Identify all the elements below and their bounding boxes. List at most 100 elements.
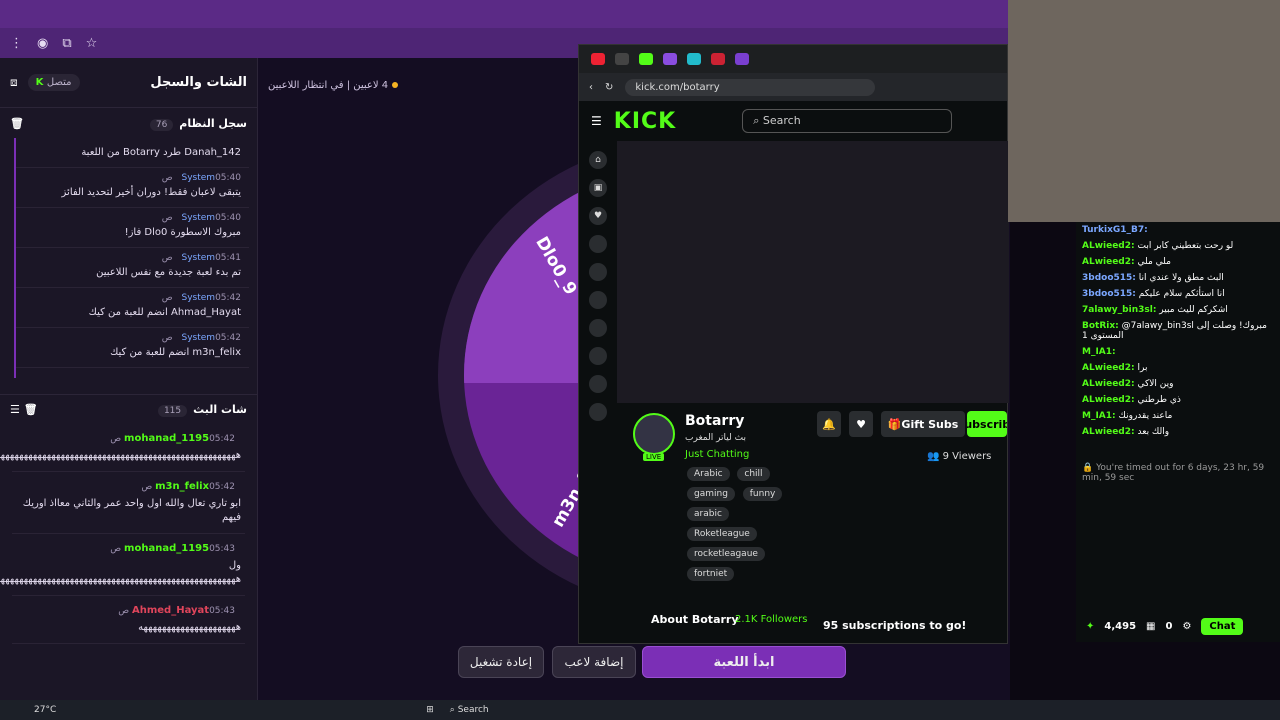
tab-icon[interactable] xyxy=(711,53,725,65)
system-log-header: 🗑 76 سجل النظام xyxy=(10,116,247,131)
search-input[interactable]: ⌕ Search xyxy=(742,109,953,133)
avatar[interactable] xyxy=(589,263,607,281)
heart-icon[interactable]: ♥ xyxy=(849,411,873,437)
timeout-notice: 🔒 You're timed out for 6 days, 23 hr, 59… xyxy=(1082,463,1265,483)
kick-chat: TurkixG1_B7: ALwieed2: لو رحت بتعطيني كا… xyxy=(1076,222,1280,642)
url-field[interactable]: kick.com/botarry xyxy=(625,78,876,96)
video-player[interactable] xyxy=(617,141,1009,403)
viewer-count: 👥 9 Viewers xyxy=(927,451,992,462)
points-icon: ✦ xyxy=(1086,620,1095,632)
points-count: 4,495 xyxy=(1104,620,1137,632)
list-item: mohanad_119505:42 ص ههههههههههههههههههههه… xyxy=(0,424,245,472)
game-status: 4 لاعبين | في انتظار اللاعبين xyxy=(268,80,399,91)
status-dot-icon xyxy=(392,82,399,88)
followers-count: 2.1K Followers xyxy=(735,614,808,625)
kick-window: ‹ ↻ kick.com/botarry ☰ KICK ⌕ Search ⌂ ▣… xyxy=(578,44,1009,644)
home-icon[interactable]: ⌂ xyxy=(589,151,607,169)
viewers-icon: 👥 xyxy=(927,451,943,462)
kick-sidebar: ⌂ ▣ ♥ xyxy=(579,141,617,641)
tab-icon[interactable] xyxy=(687,53,701,65)
star-icon[interactable]: ☆ xyxy=(86,36,98,51)
trash-icon[interactable]: 🗑 xyxy=(24,403,38,416)
lock-icon: 🔒 xyxy=(1082,463,1097,473)
tab-icon[interactable] xyxy=(663,53,677,65)
tag[interactable]: funny xyxy=(742,487,783,501)
avatar[interactable] xyxy=(589,375,607,393)
list-item: m3n_felix05:42 ص ابو تاري تعال والله اول … xyxy=(12,472,245,534)
chat-log-panel: ⧈ K متصل الشات والسجل 🗑 76 سجل النظام Dan… xyxy=(0,58,258,700)
tag[interactable]: Roketleague xyxy=(687,527,757,541)
tag[interactable]: chill xyxy=(737,467,770,481)
tab-icon[interactable] xyxy=(591,53,605,65)
heart-icon[interactable]: ♥ xyxy=(589,207,607,225)
tag[interactable]: rocketleagaue xyxy=(687,547,765,561)
menu-icon[interactable]: ⋮ xyxy=(10,36,23,51)
search-icon: ⌕ xyxy=(449,705,458,715)
ticket-icon: ▦ xyxy=(1146,620,1156,632)
sidebar-toggle-icon[interactable]: ⧈ xyxy=(10,75,18,90)
menu-icon[interactable]: ☰ xyxy=(591,114,602,128)
channel-name[interactable]: Botarry xyxy=(685,413,805,429)
reload-icon[interactable]: ↻ xyxy=(605,82,613,93)
avatar[interactable] xyxy=(589,403,607,421)
address-bar: ‹ ↻ kick.com/botarry xyxy=(579,73,1007,101)
ticket-count: 0 xyxy=(1165,620,1173,632)
tab-icon[interactable] xyxy=(735,53,749,65)
avatar[interactable] xyxy=(589,291,607,309)
browse-icon[interactable]: ▣ xyxy=(589,179,607,197)
add-player-button[interactable]: إضافة لاعب xyxy=(552,646,636,678)
restart-button[interactable]: إعادة تشغيل xyxy=(458,646,544,678)
chat-message: ALwieed2: ملي ملي xyxy=(1082,257,1171,267)
category-link[interactable]: Just Chatting xyxy=(685,449,805,460)
chat-message: BotRix: @7alawy_bin3sl مبروك! وصلت إلى ا… xyxy=(1082,321,1267,341)
list-item: System05:40 ص مبروك الاسطورة Dlo0 فاز! xyxy=(16,208,249,248)
tag[interactable]: arabic xyxy=(687,507,729,521)
avatar[interactable] xyxy=(589,235,607,253)
channel-info: LIVE Botarry بث لياتر المغرب Just Chatti… xyxy=(633,413,1003,584)
list-item: System05:42 ص m3n_felix انضم للعبة من كيك xyxy=(16,328,249,368)
start-game-button[interactable]: ابدأ اللعبة xyxy=(642,646,846,678)
about-heading: About Botarry xyxy=(651,613,739,626)
webcam-feed xyxy=(1008,0,1280,222)
panel-title: الشات والسجل xyxy=(150,75,247,90)
tag[interactable]: fortniet xyxy=(687,567,735,581)
chat-message: ALwieed2: برا xyxy=(1082,363,1148,373)
weather-temp[interactable]: 27°C xyxy=(34,705,56,715)
subscribe-button[interactable]: Subscribe xyxy=(967,411,1007,437)
panel-header: ⧈ K متصل الشات والسجل xyxy=(0,58,257,108)
search-icon: ⌕ xyxy=(753,114,763,127)
kick-icon: K xyxy=(35,77,47,88)
bell-icon[interactable]: 🔔 xyxy=(817,411,841,437)
tab-icon[interactable] xyxy=(615,53,629,65)
kick-header: ☰ KICK ⌕ Search xyxy=(579,101,1007,141)
chat-message: ALwieed2: والك بعد xyxy=(1082,427,1170,437)
trash-icon[interactable]: 🗑 xyxy=(10,117,24,130)
list-item: System05:42 ص Ahmad_Hayat انضم للعبة من ك… xyxy=(16,288,249,328)
back-icon[interactable]: ‹ xyxy=(589,82,593,93)
chat-button[interactable]: Chat xyxy=(1201,617,1244,635)
filter-icon[interactable]: ☰ xyxy=(10,403,24,416)
extension-icon[interactable]: ⧉ xyxy=(62,36,71,51)
taskbar-search[interactable]: ⌕ Search xyxy=(450,705,489,715)
stream-chat: mohanad_119505:42 ص ههههههههههههههههههههه… xyxy=(0,424,257,644)
tag[interactable]: Arabic xyxy=(687,467,730,481)
list-item: System05:41 ص تم بدء لعبة جديدة مع نفس ال… xyxy=(16,248,249,288)
stream-title: بث لياتر المغرب xyxy=(685,433,746,443)
tag[interactable]: gaming xyxy=(687,487,735,501)
windows-icon[interactable]: ⊞ xyxy=(426,705,434,715)
avatar[interactable]: LIVE xyxy=(633,413,675,461)
live-badge: LIVE xyxy=(643,453,665,461)
tag-list: Arabic chill gaming funny arabic Roketle… xyxy=(685,464,805,584)
avatar[interactable] xyxy=(589,319,607,337)
system-log: Danah_142 طرد Botarry من اللعبة System05… xyxy=(14,138,249,378)
tab-icon[interactable] xyxy=(639,53,653,65)
list-item: Ahmed_Hayat05:43 ص هههههههههههههههههههههه xyxy=(12,596,245,644)
avatar[interactable] xyxy=(589,347,607,365)
settings-icon[interactable]: ⚙ xyxy=(1182,621,1191,632)
gift-icon: 🎁 xyxy=(887,417,902,431)
profile-icon[interactable]: ◉ xyxy=(37,36,48,51)
chat-message: 3bdoo515: انا استأثكم سلام عليكم xyxy=(1082,289,1225,299)
chat-message: M_IA1: xyxy=(1082,347,1116,357)
gift-subs-button[interactable]: 🎁 Gift Subs xyxy=(881,411,965,437)
kick-logo[interactable]: KICK xyxy=(614,109,676,134)
